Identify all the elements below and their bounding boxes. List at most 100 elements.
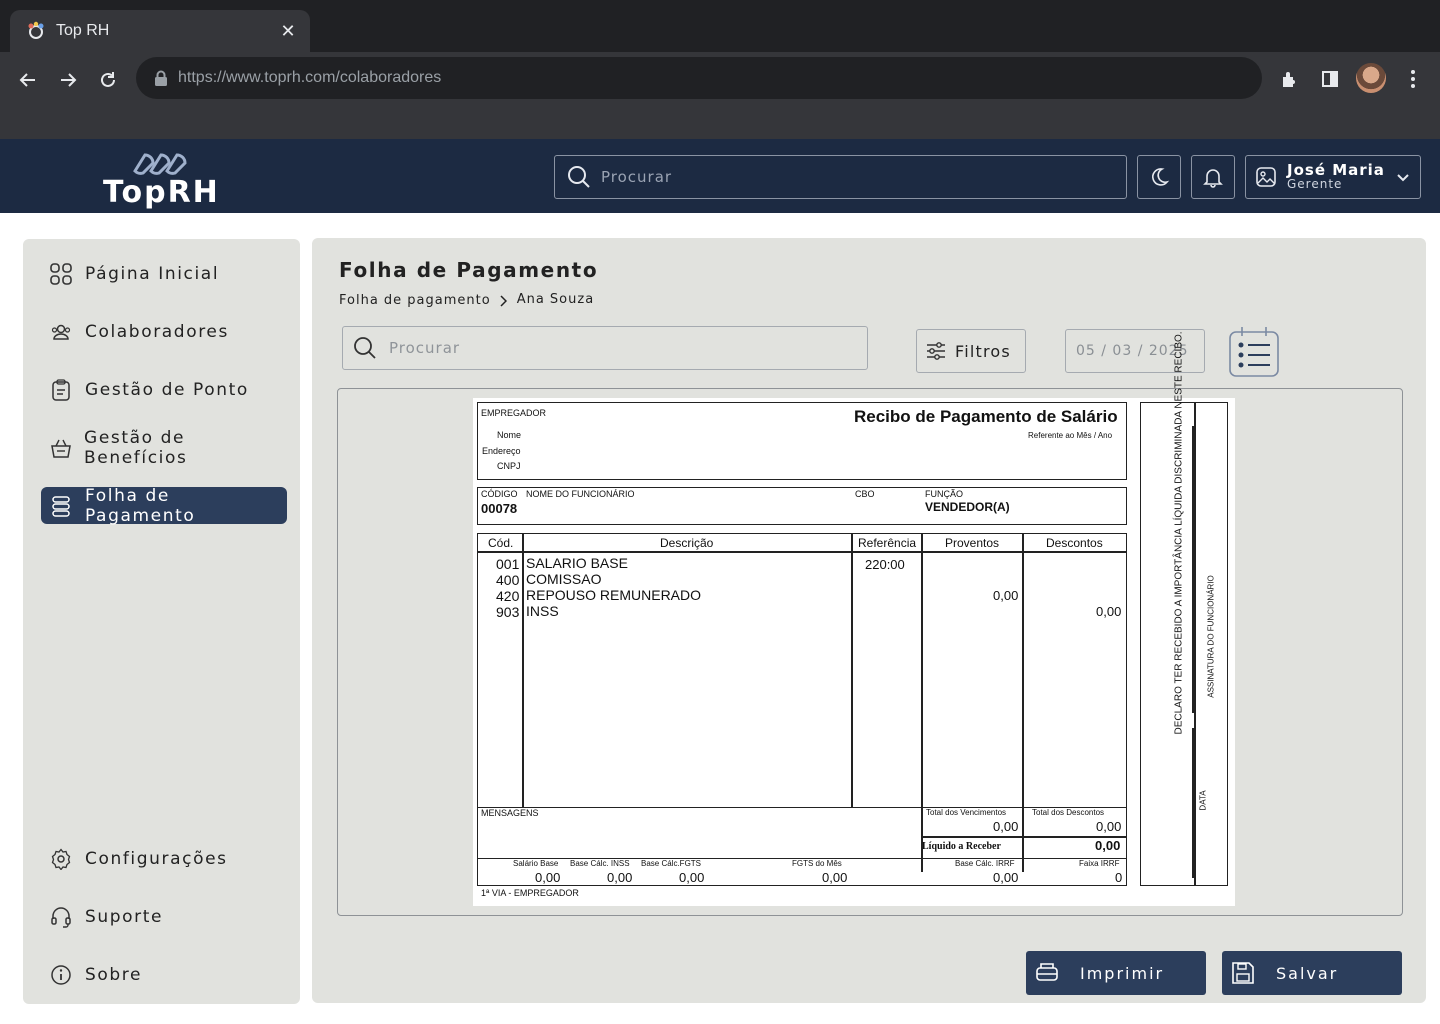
total-vencimentos: 0,00: [993, 819, 1019, 834]
extensions-icon[interactable]: [1277, 66, 1303, 92]
col-descontos-header: Descontos: [1046, 536, 1103, 550]
save-button[interactable]: Salvar: [1222, 951, 1402, 995]
col-descricao-header: Descrição: [660, 536, 714, 550]
sidebar-item-gestao-de-ponto[interactable]: Gestão de Ponto: [41, 371, 287, 408]
sidebar-item-colaboradores[interactable]: Colaboradores: [41, 313, 287, 350]
moon-icon: [1152, 168, 1170, 186]
cbo-label: CBO: [855, 489, 875, 499]
sidebar-item-suporte[interactable]: Suporte: [41, 898, 287, 935]
browser-tab[interactable]: Top RH ✕: [10, 10, 310, 52]
calendar-list-button[interactable]: [1228, 326, 1280, 378]
signature-rule: [1194, 402, 1196, 886]
reference-label: Referente ao Mês / Ano: [1028, 431, 1113, 440]
filters-label: Filtros: [955, 341, 1011, 361]
clipboard-icon: [49, 378, 73, 402]
logo[interactable]: TopRH: [103, 151, 223, 210]
signature-line: [1192, 426, 1194, 713]
sidebar-item-label: Suporte: [85, 906, 164, 927]
sidebar-item-sobre[interactable]: Sobre: [41, 956, 287, 993]
funcao-label: FUNÇÃO: [925, 489, 963, 499]
notifications-button[interactable]: [1191, 155, 1235, 199]
table-header-rule: [477, 551, 1127, 553]
back-icon[interactable]: [14, 66, 42, 94]
cnpj-label: CNPJ: [497, 461, 521, 471]
filters-button[interactable]: Filtros: [916, 329, 1026, 373]
employer-label: EMPREGADOR: [481, 408, 547, 418]
total-vencimentos-label: Total dos Vencimentos: [926, 808, 1007, 817]
profile-avatar[interactable]: [1356, 63, 1386, 93]
nome-label: Nome: [497, 430, 522, 440]
header-search-placeholder: Procurar: [601, 168, 673, 186]
base-irrf-label: Base Cálc. IRRF: [955, 859, 1015, 868]
via-label: 1ª VIA - EMPREGADOR: [481, 888, 579, 898]
salario-base: 0,00: [535, 870, 561, 885]
forward-icon[interactable]: [54, 66, 82, 94]
menu-kebab-icon[interactable]: [1400, 66, 1426, 92]
row-descricao: REPOUSO REMUNERADO: [526, 587, 702, 603]
printer-icon: [1036, 963, 1058, 981]
sidebar-item-label: Gestão de Benefícios: [84, 427, 188, 468]
app-header: TopRH Procurar José Maria Gerente: [0, 139, 1440, 213]
sidebar-item-label: Colaboradores: [85, 321, 229, 342]
messages-box: [477, 807, 1127, 859]
sidebar-item-configuracoes[interactable]: Configurações: [41, 840, 287, 877]
base-inss: 0,00: [607, 870, 633, 885]
assinatura-label: ASSINATURA DO FUNCIONÁRIO: [1206, 575, 1216, 698]
faixa-irrf: 0: [1115, 870, 1123, 885]
receipt-title: Recibo de Pagamento de Salário: [854, 407, 1118, 426]
logo-mark-icon: [133, 153, 187, 175]
url-path: /colaboradores: [335, 69, 442, 86]
row-descricao: COMISSAO: [526, 571, 602, 587]
fgts-mes-label: FGTS do Mês: [792, 859, 842, 868]
sidebar-item-pagina-inicial[interactable]: Página Inicial: [41, 255, 287, 292]
breadcrumb: Folha de pagamento Ana Souza: [339, 292, 594, 309]
dark-mode-button[interactable]: [1137, 155, 1181, 199]
row-referencia: 220:00: [865, 557, 905, 572]
sliders-icon: [927, 342, 945, 360]
coins-icon: [49, 494, 73, 518]
lock-icon: [155, 70, 167, 86]
search-input[interactable]: Procurar: [342, 326, 868, 370]
sidepanel-icon[interactable]: [1317, 66, 1343, 92]
base-irrf: 0,00: [993, 870, 1019, 885]
sidebar-item-label: Folha de Pagamento: [84, 485, 196, 526]
row-descricao: SALARIO BASE: [526, 555, 628, 571]
row-descricao: INSS: [526, 603, 559, 619]
sidebar-item-gestao-de-beneficios[interactable]: Gestão de Benefícios: [41, 427, 287, 468]
salario-base-label: Salário Base: [513, 859, 559, 868]
col-referencia-header: Referência: [858, 536, 917, 550]
tab-close-icon[interactable]: ✕: [278, 21, 298, 42]
browser-toolbar: https://www.toprh.com/colaboradores: [0, 52, 1440, 139]
page-title: Folha de Pagamento: [339, 258, 599, 282]
total-descontos: 0,00: [1096, 819, 1122, 834]
column-rule: [851, 533, 853, 808]
header-search-input[interactable]: Procurar: [554, 155, 1127, 199]
liquido-label: Líquido a Receber: [922, 841, 1001, 852]
grid-icon: [49, 262, 73, 286]
bell-icon: [1203, 169, 1223, 188]
user-menu[interactable]: José Maria Gerente: [1245, 155, 1421, 199]
codigo-label: CÓDIGO: [481, 489, 518, 499]
logo-text: TopRH: [103, 175, 220, 210]
url-text: https://www.toprh.com/colaboradores: [178, 69, 441, 87]
endereco-label: Endereço: [482, 446, 521, 456]
row-descontos: 0,00: [1096, 604, 1122, 619]
reload-icon[interactable]: [94, 66, 122, 94]
favicon-icon: [28, 21, 44, 39]
sidebar-item-label: Sobre: [85, 964, 143, 985]
basket-icon: [49, 436, 72, 460]
save-label: Salvar: [1276, 963, 1339, 983]
print-button[interactable]: Imprimir: [1026, 951, 1206, 995]
liquido-value: 0,00: [1095, 838, 1121, 853]
sidebar-item-folha-de-pagamento[interactable]: Folha de Pagamento: [41, 485, 287, 526]
info-icon: [49, 963, 73, 987]
row-cod: 400: [496, 572, 520, 588]
row-cod: 903: [496, 604, 520, 620]
sidebar-item-label: Página Inicial: [85, 263, 220, 284]
breadcrumb-item[interactable]: Folha de pagamento: [339, 293, 491, 308]
gear-icon: [49, 847, 73, 871]
row-cod: 420: [496, 588, 520, 604]
address-bar[interactable]: https://www.toprh.com/colaboradores: [136, 57, 1262, 99]
faixa-irrf-label: Faixa IRRF: [1079, 859, 1120, 868]
search-placeholder: Procurar: [389, 339, 461, 357]
